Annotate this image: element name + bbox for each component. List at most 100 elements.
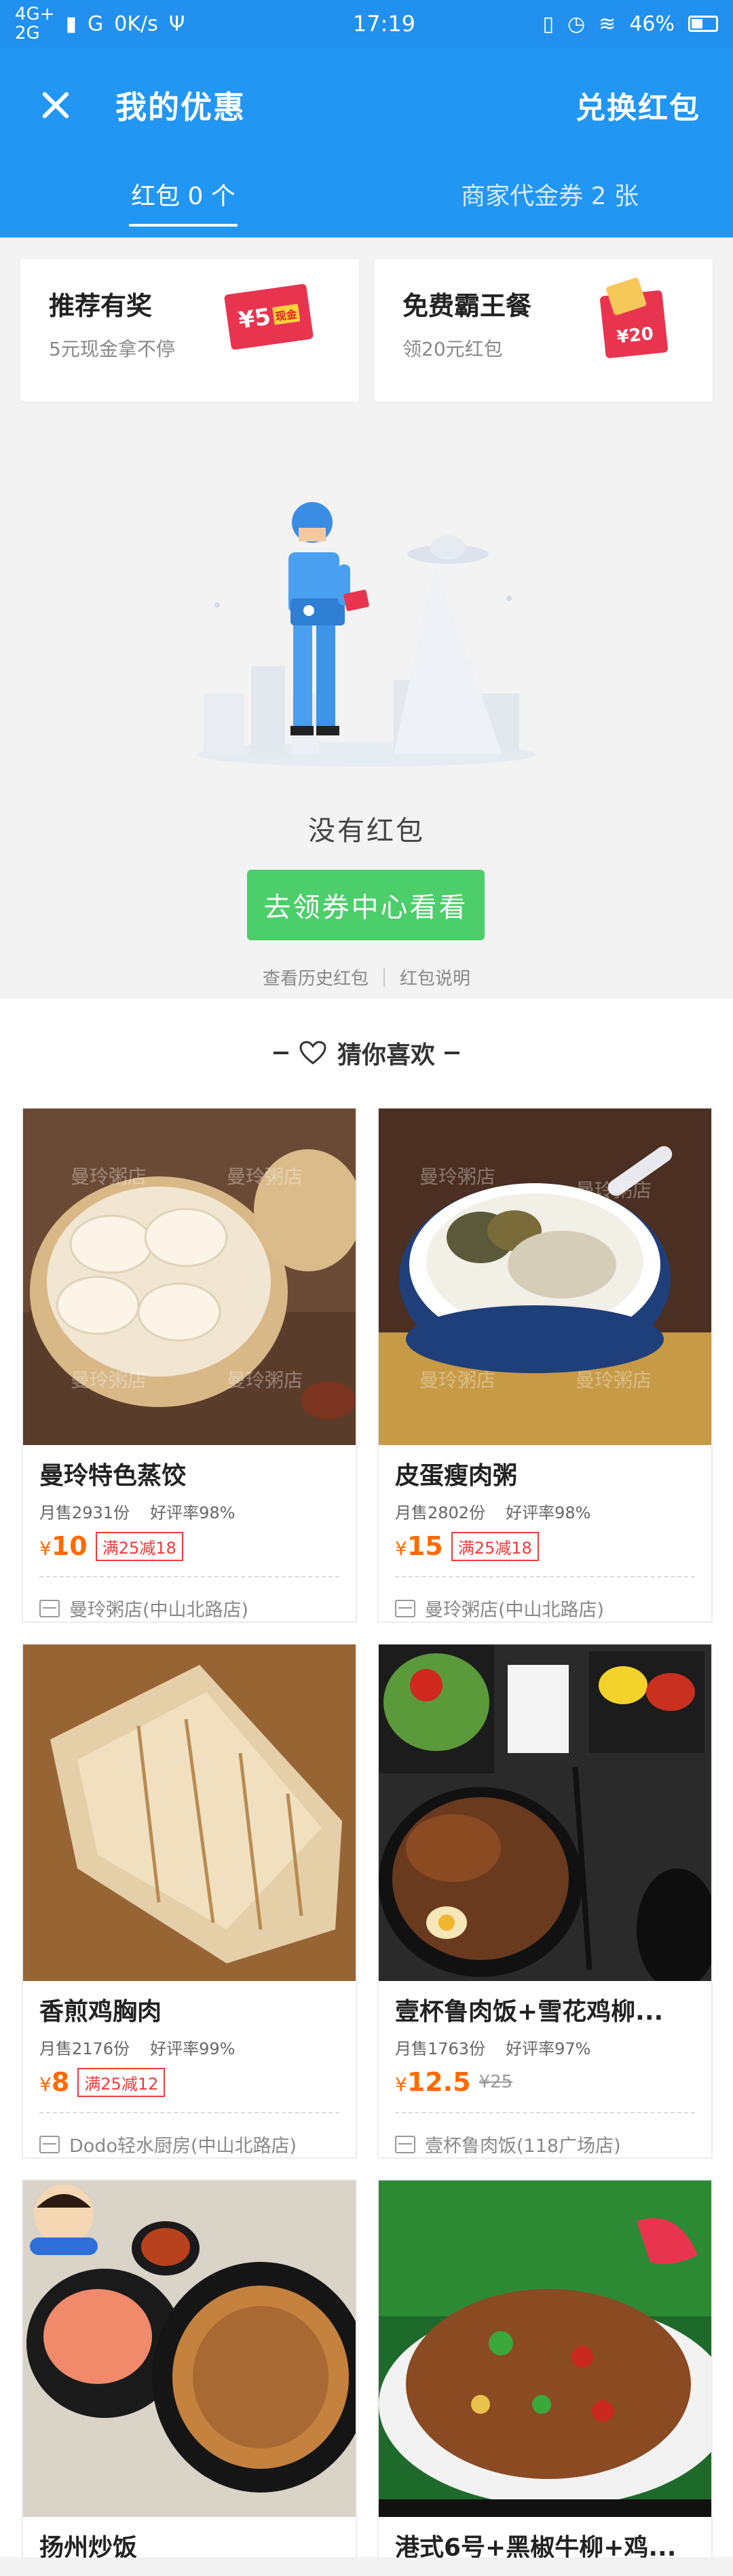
food-meta: 月售1763份 好评率97% [395, 2035, 695, 2059]
watermark-text: 曼玲粥店 [576, 1179, 652, 1202]
recommend-section: 猜你喜欢 曼玲粥店 曼玲粥店 曼玲粥店 曼玲粥店 曼玲特色蒸饺 月售2931份 … [0, 999, 733, 2559]
discount-badge: 满25减18 [451, 1531, 539, 1561]
price-value: 10 [51, 1531, 88, 1561]
shop-icon [39, 2135, 60, 2153]
vibrate-icon: ▯ [542, 12, 554, 36]
food-image [379, 1645, 711, 1981]
monthly-sales: 月售1763份 [395, 2039, 486, 2058]
price-value: 15 [407, 1531, 443, 1561]
food-title: 皮蛋瘦肉粥 [395, 1462, 518, 1490]
price: ¥8 [39, 2067, 69, 2097]
price-row: ¥12.5 ¥25 [395, 2064, 695, 2100]
redpacket-icon: ¥20 [599, 290, 669, 359]
battery-icon [688, 16, 718, 32]
tab-merchant-vouchers[interactable]: 商家代金券 2 张 [366, 163, 733, 237]
shop-name: 曼玲粥店(中山北路店) [69, 1600, 249, 1621]
usb-icon: Ψ [168, 12, 185, 36]
status-left: 4G+ 2G ▮ G 0K/s Ψ [15, 5, 185, 43]
promo-cards: 推荐有奖 5元现金拿不停 ¥5 现金 免费霸王餐 领20元红包 ¥20 [0, 237, 733, 402]
price-value: 12.5 [407, 2067, 471, 2097]
food-image [23, 2180, 356, 2517]
battery-percent: 46% [629, 12, 675, 36]
envelope-tag: 现金 [271, 303, 301, 325]
heading-dash [445, 1052, 459, 1054]
cash-envelope-icon: ¥5 现金 [223, 283, 314, 351]
food-image [23, 1645, 356, 1981]
food-card[interactable]: 曼玲粥店 曼玲粥店 曼玲粥店 曼玲粥店 曼玲特色蒸饺 月售2931份 好评率98… [22, 1107, 357, 1623]
watermark-text: 曼玲粥店 [71, 1166, 147, 1188]
speed-text: 0K/s [114, 12, 158, 36]
currency-symbol: ¥ [39, 2073, 52, 2096]
empty-message: 没有红包 [308, 815, 425, 847]
promo-card-free-meal[interactable]: 免费霸王餐 领20元红包 ¥20 [374, 259, 713, 402]
promo-title: 推荐有奖 [49, 291, 153, 321]
watermark-text: 曼玲粥店 [71, 1369, 147, 1391]
watermark-text: 曼玲粥店 [419, 1166, 495, 1188]
alarm-icon: ◷ [567, 12, 586, 36]
discount-badge: 满25减12 [77, 2067, 166, 2097]
close-icon[interactable] [33, 81, 80, 129]
status-time: 17:19 [352, 11, 416, 37]
shop-icon [395, 2135, 415, 2153]
food-card[interactable]: 扬州炒饭 [22, 2179, 357, 2559]
network-indicator: 4G+ 2G [15, 5, 54, 43]
price-value: 8 [51, 2067, 70, 2097]
shop-row: 曼玲粥店(中山北路店) [395, 1577, 695, 1621]
monthly-sales: 月售2802份 [395, 1503, 486, 1522]
food-title: 港式6号+黑椒牛柳+鸡... [395, 2534, 677, 2559]
shop-row: Dodo轻水厨房(中山北路店) [39, 2113, 339, 2157]
page-title: 我的优惠 [115, 89, 246, 126]
status-right: ▯ ◷ ≋ 46% [542, 12, 718, 36]
wifi-icon: ≋ [599, 12, 616, 36]
rating: 好评率98% [506, 1503, 591, 1522]
heading-dash [273, 1052, 288, 1054]
food-image: 曼玲粥店 曼玲粥店 曼玲粥店 曼玲粥店 [379, 1109, 711, 1445]
food-card[interactable]: 壹杯鲁肉饭+雪花鸡柳... 月售1763份 好评率97% ¥12.5 ¥25 壹… [377, 1643, 713, 2159]
watermark-text: 曼玲粥店 [227, 1166, 303, 1188]
courier-city-illustration [197, 502, 536, 767]
price: ¥10 [39, 1531, 88, 1561]
empty-state: 没有红包 去领券中心看看 查看历史红包 红包说明 [0, 402, 733, 999]
food-meta: 月售2802份 好评率98% [395, 1499, 695, 1523]
recommend-title: 猜你喜欢 [337, 1041, 435, 1069]
exchange-redpacket-button[interactable]: 兑换红包 [576, 83, 700, 127]
redpacket-explain-link[interactable]: 红包说明 [400, 965, 470, 990]
price: ¥15 [395, 1531, 443, 1561]
promo-subtitle: 5元现金拿不停 [49, 338, 175, 360]
rating: 好评率98% [150, 1503, 236, 1522]
shop-name: 壹杯鲁肉饭(118广场店) [425, 2136, 621, 2157]
promo-title: 免费霸王餐 [402, 291, 532, 321]
food-card[interactable]: 香煎鸡胸肉 月售2176份 好评率99% ¥8 满25减12 Dodo轻水厨房(… [22, 1643, 357, 2159]
food-title: 香煎鸡胸肉 [39, 1998, 162, 2026]
promo-card-referral[interactable]: 推荐有奖 5元现金拿不停 ¥5 现金 [20, 259, 359, 402]
history-redpacket-link[interactable]: 查看历史红包 [263, 965, 369, 990]
network-bottom: 2G [15, 23, 40, 43]
envelope-amount: ¥5 [236, 303, 273, 335]
food-title: 曼玲特色蒸饺 [39, 1462, 187, 1490]
heart-icon [298, 1038, 328, 1068]
network-signal2: G [88, 12, 104, 36]
food-image: 曼玲粥店 曼玲粥店 曼玲粥店 曼玲粥店 [23, 1109, 356, 1445]
food-card[interactable]: 港式6号+黑椒牛柳+鸡... [377, 2179, 713, 2559]
shop-icon [39, 1599, 60, 1617]
shop-icon [395, 1599, 415, 1617]
watermark-text: 曼玲粥店 [227, 1369, 303, 1391]
original-price: ¥25 [478, 2072, 513, 2092]
monthly-sales: 月售2176份 [39, 2039, 130, 2058]
signal-icon: ▮ [65, 12, 77, 36]
shop-name: 曼玲粥店(中山北路店) [425, 1600, 605, 1621]
goto-coupon-center-button[interactable]: 去领券中心看看 [247, 870, 485, 940]
watermark-text: 曼玲粥店 [576, 1369, 652, 1391]
page: 4G+ 2G ▮ G 0K/s Ψ 17:19 ▯ ◷ ≋ 46% 我的优惠 兑… [0, 0, 733, 2576]
monthly-sales: 月售2931份 [39, 1503, 130, 1522]
food-card[interactable]: 曼玲粥店 曼玲粥店 曼玲粥店 曼玲粥店 皮蛋瘦肉粥 月售2802份 好评率98%… [377, 1107, 713, 1623]
tab-bar: 红包 0 个 商家代金券 2 张 [0, 163, 733, 237]
food-meta: 月售2931份 好评率98% [39, 1499, 339, 1523]
network-top: 4G+ [15, 4, 55, 24]
food-title: 壹杯鲁肉饭+雪花鸡柳... [395, 1998, 664, 2026]
price-row: ¥10 满25减18 [39, 1529, 339, 1564]
food-title: 扬州炒饭 [39, 2534, 138, 2559]
tab-redpacket[interactable]: 红包 0 个 [0, 163, 366, 237]
shop-row: 曼玲粥店(中山北路店) [39, 1577, 339, 1621]
food-meta: 月售2176份 好评率99% [39, 2035, 339, 2059]
